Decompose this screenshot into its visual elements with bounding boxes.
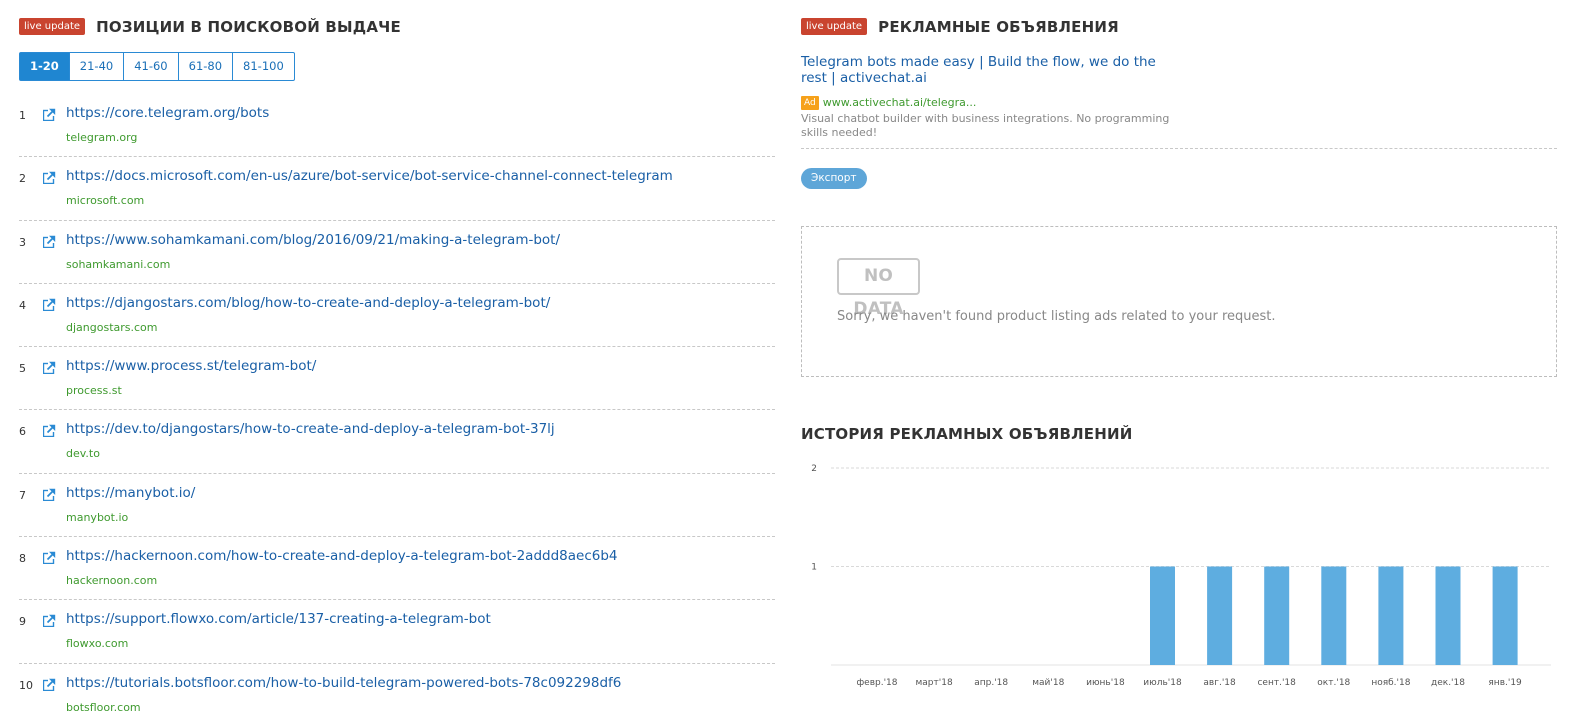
ad-url[interactable]: www.activechat.ai/telegra... [823, 96, 977, 109]
ad-card: Telegram bots made easy | Build the flow… [801, 54, 1557, 149]
external-link-icon[interactable] [43, 614, 56, 628]
result-domain[interactable]: botsfloor.com [66, 701, 141, 714]
result-url-link[interactable]: https://www.sohamkamani.com/blog/2016/09… [66, 232, 560, 248]
x-tick-label: март'18 [916, 678, 953, 688]
result-position: 4 [19, 298, 26, 312]
tab-81-100[interactable]: 81-100 [232, 53, 294, 80]
result-url-link[interactable]: https://tutorials.botsfloor.com/how-to-b… [66, 675, 621, 691]
result-domain[interactable]: manybot.io [66, 511, 128, 524]
x-tick-label: апр.'18 [974, 678, 1008, 688]
result-row: 10 https://tutorials.botsfloor.com/how-to… [19, 664, 775, 727]
result-url-link[interactable]: https://dev.to/djangostars/how-to-create… [66, 421, 555, 437]
tab-1-20[interactable]: 1-20 [20, 53, 69, 80]
result-position: 10 [19, 678, 33, 692]
result-position: 3 [19, 235, 26, 249]
result-url-link[interactable]: https://djangostars.com/blog/how-to-crea… [66, 295, 550, 311]
result-domain[interactable]: flowxo.com [66, 637, 128, 650]
result-row: 2 https://docs.microsoft.com/en-us/azure/… [19, 157, 775, 221]
result-domain[interactable]: telegram.org [66, 131, 137, 144]
result-domain[interactable]: hackernoon.com [66, 574, 157, 587]
result-position: 7 [19, 488, 26, 502]
serp-header: live update ПОЗИЦИИ В ПОИСКОВОЙ ВЫДАЧЕ [19, 16, 401, 36]
result-position: 2 [19, 172, 26, 186]
x-tick-label: июнь'18 [1086, 678, 1125, 688]
result-row: 6 https://dev.to/djangostars/how-to-creat… [19, 410, 775, 474]
external-link-icon[interactable] [43, 234, 56, 248]
no-data-badge: NO DATA [837, 258, 920, 319]
y-tick-label: 2 [811, 464, 817, 474]
result-row: 4 https://djangostars.com/blog/how-to-cre… [19, 284, 775, 348]
result-row: 8 https://hackernoon.com/how-to-create-an… [19, 537, 775, 601]
y-tick-label: 1 [811, 563, 817, 573]
ads-title: РЕКЛАМНЫЕ ОБЪЯВЛЕНИЯ [878, 17, 1119, 36]
position-range-tabs: 1-20 21-40 41-60 61-80 81-100 [19, 52, 295, 81]
external-link-icon[interactable] [43, 297, 56, 311]
result-position: 8 [19, 552, 26, 566]
result-url-link[interactable]: https://support.flowxo.com/article/137-c… [66, 611, 491, 627]
no-data-box: NO DATA Sorry, we haven't found product … [801, 226, 1557, 377]
x-tick-label: авг.'18 [1203, 678, 1236, 688]
result-position: 5 [19, 362, 26, 376]
result-url-link[interactable]: https://www.process.st/telegram-bot/ [66, 358, 316, 374]
external-link-icon[interactable] [43, 424, 56, 438]
ad-title-link[interactable]: Telegram bots made easy | Build the flow… [801, 54, 1173, 86]
result-position: 1 [19, 109, 26, 122]
no-data-message: Sorry, we haven't found product listing … [837, 309, 1276, 324]
result-row: 1 https://core.telegram.org/bots telegram.… [19, 94, 775, 158]
x-tick-label: окт.'18 [1317, 678, 1350, 688]
x-tick-label: сент.'18 [1257, 678, 1296, 688]
result-domain[interactable]: dev.to [66, 447, 100, 460]
tab-21-40[interactable]: 21-40 [68, 53, 123, 80]
bar [1492, 566, 1518, 665]
bar [1207, 566, 1233, 665]
ads-header: live update РЕКЛАМНЫЕ ОБЪЯВЛЕНИЯ [801, 16, 1119, 36]
tab-41-60[interactable]: 41-60 [123, 53, 177, 80]
external-link-icon[interactable] [43, 677, 56, 691]
ad-history-title: ИСТОРИЯ РЕКЛАМНЫХ ОБЪЯВЛЕНИЙ [801, 425, 1133, 443]
result-domain[interactable]: microsoft.com [66, 194, 144, 207]
x-tick-label: дек.'18 [1431, 678, 1465, 688]
export-button[interactable]: Экспорт [801, 168, 867, 189]
result-position: 6 [19, 425, 26, 439]
result-row: 7 https://manybot.io/manybot.io [19, 474, 775, 538]
result-row: 9 https://support.flowxo.com/article/137-… [19, 600, 775, 664]
external-link-icon[interactable] [43, 108, 56, 121]
bar [1150, 566, 1175, 665]
result-domain[interactable]: djangostars.com [66, 321, 158, 334]
serp-title: ПОЗИЦИИ В ПОИСКОВОЙ ВЫДАЧЕ [96, 17, 401, 36]
ad-history-chart: 1 2 февр.'18 март'18 апр.'18 май'18 июнь'18 июл… [811, 464, 1551, 688]
bar [1264, 566, 1290, 665]
bar [1378, 566, 1404, 665]
result-url-link[interactable]: https://core.telegram.org/bots [66, 105, 269, 121]
result-url-link[interactable]: https://manybot.io/ [66, 485, 195, 501]
bar [1435, 566, 1461, 665]
results-list: 1 https://core.telegram.org/bots telegram.… [19, 94, 775, 727]
ad-description: Visual chatbot builder with business int… [801, 112, 1170, 139]
external-link-icon[interactable] [43, 171, 56, 185]
result-row: 3 https://www.sohamkamani.com/blog/2016/0… [19, 221, 775, 284]
result-url-link[interactable]: https://docs.microsoft.com/en-us/azure/b… [66, 168, 673, 184]
live-update-badge: live update [801, 18, 868, 35]
external-link-icon[interactable] [43, 487, 56, 501]
external-link-icon[interactable] [43, 551, 56, 565]
result-url-link[interactable]: https://hackernoon.com/how-to-create-and… [66, 548, 618, 564]
result-domain[interactable]: sohamkamani.com [66, 258, 170, 271]
x-tick-label: май'18 [1032, 678, 1064, 688]
ad-tag: Ad [801, 95, 819, 110]
result-domain[interactable]: process.st [66, 384, 122, 397]
x-tick-label: янв.'19 [1488, 678, 1522, 688]
external-link-icon[interactable] [43, 361, 56, 375]
ad-url-line: Ad www.activechat.ai/telegra... [801, 92, 976, 111]
result-row: 5 https://www.process.st/telegram-bot/pro… [19, 347, 775, 411]
tab-61-80[interactable]: 61-80 [177, 53, 232, 80]
x-tick-label: февр.'18 [856, 678, 897, 688]
x-tick-label: июль'18 [1143, 678, 1182, 688]
result-position: 9 [19, 615, 26, 629]
live-update-badge: live update [19, 18, 86, 35]
bar [1321, 566, 1347, 665]
x-tick-label: нояб.'18 [1371, 678, 1410, 688]
